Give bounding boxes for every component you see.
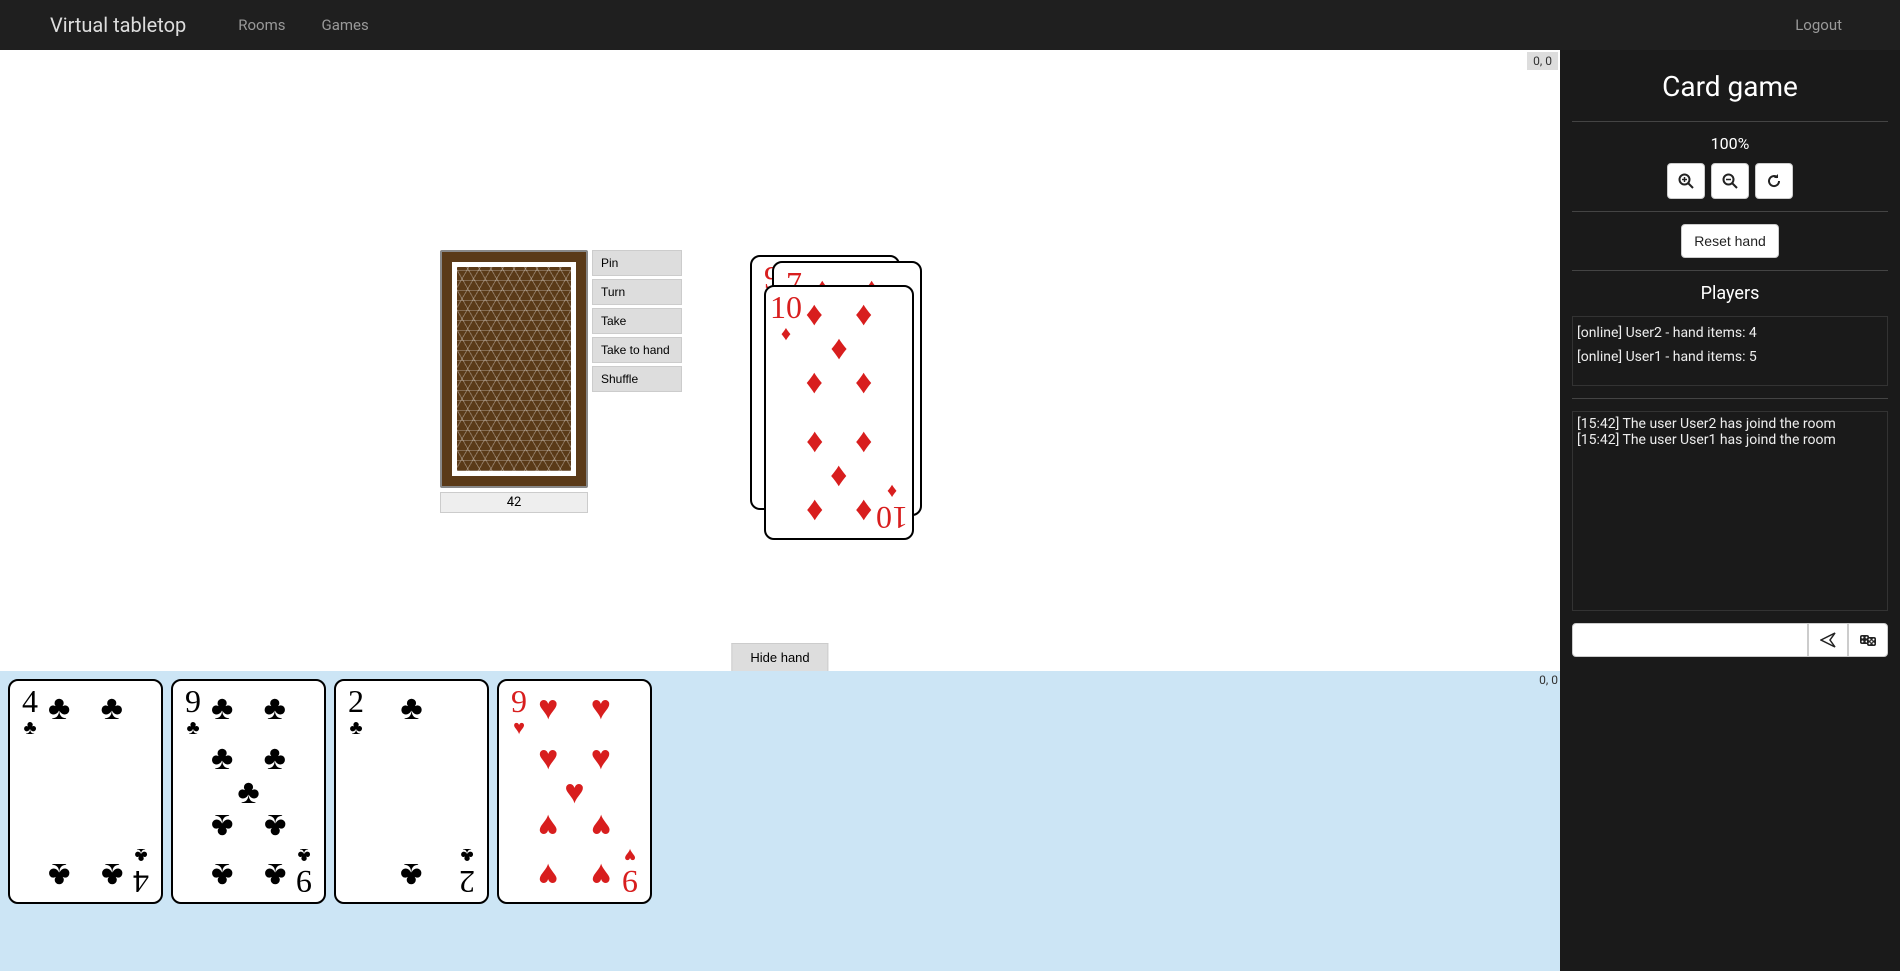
pip: ♦ <box>830 331 847 365</box>
deck-count: 42 <box>440 492 588 513</box>
hand-area[interactable]: 0, 0 4♣ ♣♣♣♣ 4♣ 9♣ ♣♣♣♣♣♣♣♣♣ 9♣ 2♣ ♣♣ 2♣… <box>0 671 1560 971</box>
pip: ♣ <box>101 691 123 725</box>
pip: ♣ <box>101 858 123 892</box>
play-coord-label: 0, 0 <box>1527 52 1558 70</box>
pip: ♣ <box>237 775 259 809</box>
pip: ♥ <box>538 809 558 843</box>
log-area[interactable]: [15:42] The user User2 has joind the roo… <box>1572 411 1888 611</box>
ctx-turn[interactable]: Turn <box>592 279 682 305</box>
send-button[interactable] <box>1808 623 1848 657</box>
playing-card[interactable]: 9♥ ♥♥♥♥♥♥♥♥♥ 9♥ <box>497 679 652 904</box>
pip: ♥ <box>591 809 611 843</box>
pip: ♥ <box>564 775 584 809</box>
log-line: [15:42] The user User1 has joind the roo… <box>1577 432 1883 448</box>
magnify-minus-icon <box>1722 173 1738 189</box>
divider <box>1572 398 1888 399</box>
pip: ♥ <box>538 691 558 725</box>
zoom-in-button[interactable] <box>1667 163 1705 199</box>
pip: ♣ <box>48 858 70 892</box>
divider <box>1572 270 1888 271</box>
pip: ♣ <box>48 691 70 725</box>
pip: ♦ <box>806 494 823 528</box>
pip: ♦ <box>806 426 823 460</box>
sidebar: Card game 100% Reset hand Players [onlin… <box>1560 50 1900 971</box>
pip: ♦ <box>806 297 823 331</box>
play-area[interactable]: 0, 0 42 Pin Turn Take Take to hand Shuff… <box>0 50 1560 671</box>
ctx-take[interactable]: Take <box>592 308 682 334</box>
send-icon <box>1820 632 1836 648</box>
card-corner-bottom: 10♦ <box>876 482 908 534</box>
pip: ♣ <box>264 741 286 775</box>
nav-link-rooms[interactable]: Rooms <box>230 16 293 34</box>
divider <box>1572 211 1888 212</box>
card-corner-top: 2♣ <box>340 685 372 737</box>
pip: ♦ <box>855 297 872 331</box>
playing-card[interactable]: 10♦ ♦♦♦♦♦♦♦♦♦♦ 10♦ <box>764 285 914 540</box>
pip: ♣ <box>400 858 422 892</box>
playing-card[interactable]: 4♣ ♣ ♣ ♣ ♣ 4♣ <box>8 679 163 904</box>
deck-stack[interactable]: 42 <box>440 250 588 513</box>
pip: ♣ <box>211 741 233 775</box>
players-heading: Players <box>1572 283 1888 304</box>
deck-card-back[interactable] <box>440 250 588 488</box>
card-corner-top: 4♣ <box>14 685 46 737</box>
logout-link[interactable]: Logout <box>1787 16 1850 34</box>
card-corner-top: 9♥ <box>503 685 535 737</box>
zoom-out-button[interactable] <box>1711 163 1749 199</box>
card-corner-bottom: 2♣ <box>451 846 483 898</box>
hide-hand-button[interactable]: Hide hand <box>731 643 828 671</box>
pip: ♦ <box>855 426 872 460</box>
zoom-reset-button[interactable] <box>1755 163 1793 199</box>
playing-card[interactable]: 2♣ ♣ ♣ 2♣ <box>334 679 489 904</box>
pip: ♥ <box>538 858 558 892</box>
pip: ♣ <box>211 858 233 892</box>
dice-icon <box>1859 632 1877 648</box>
reset-hand-button[interactable]: Reset hand <box>1681 224 1779 258</box>
divider <box>1572 121 1888 122</box>
playing-card[interactable]: 9♣ ♣♣♣♣♣♣♣♣♣ 9♣ <box>171 679 326 904</box>
brand: Virtual tabletop <box>50 13 210 37</box>
pip: ♣ <box>264 858 286 892</box>
card-corner-top: 10♦ <box>770 291 802 343</box>
pip: ♦ <box>830 460 847 494</box>
navbar: Virtual tabletop Rooms Games Logout <box>0 0 1900 50</box>
players-list[interactable]: [online] User2 - hand items: 4[online] U… <box>1572 316 1888 386</box>
card-corner-bottom: 9♣ <box>288 846 320 898</box>
card-corner-bottom: 9♥ <box>614 846 646 898</box>
pip: ♥ <box>591 858 611 892</box>
player-row[interactable]: [online] User1 - hand items: 5 <box>1577 345 1883 369</box>
card-corner-top: 9♣ <box>177 685 209 737</box>
ctx-pin[interactable]: Pin <box>592 250 682 276</box>
pip: ♥ <box>591 691 611 725</box>
pip: ♦ <box>855 494 872 528</box>
pip: ♣ <box>211 809 233 843</box>
pip: ♥ <box>538 741 558 775</box>
log-line: [15:42] The user User2 has joind the roo… <box>1577 416 1883 432</box>
player-row[interactable]: [online] User2 - hand items: 4 <box>1577 321 1883 345</box>
pip: ♦ <box>806 365 823 399</box>
pip: ♣ <box>264 691 286 725</box>
pip: ♣ <box>264 809 286 843</box>
ctx-take-to-hand[interactable]: Take to hand <box>592 337 682 363</box>
dice-button[interactable] <box>1848 623 1888 657</box>
pip: ♥ <box>591 741 611 775</box>
pip: ♦ <box>855 365 872 399</box>
context-menu: Pin Turn Take Take to hand Shuffle <box>592 250 682 392</box>
card-corner-bottom: 4♣ <box>125 846 157 898</box>
pip: ♣ <box>211 691 233 725</box>
magnify-plus-icon <box>1678 173 1694 189</box>
pip: ♣ <box>400 691 422 725</box>
ctx-shuffle[interactable]: Shuffle <box>592 366 682 392</box>
nav-link-games[interactable]: Games <box>314 16 377 34</box>
chat-input[interactable] <box>1572 623 1808 657</box>
game-title: Card game <box>1572 70 1888 103</box>
refresh-icon <box>1766 173 1782 189</box>
zoom-label: 100% <box>1572 134 1888 153</box>
hand-coord-label: 0, 0 <box>1539 673 1558 687</box>
